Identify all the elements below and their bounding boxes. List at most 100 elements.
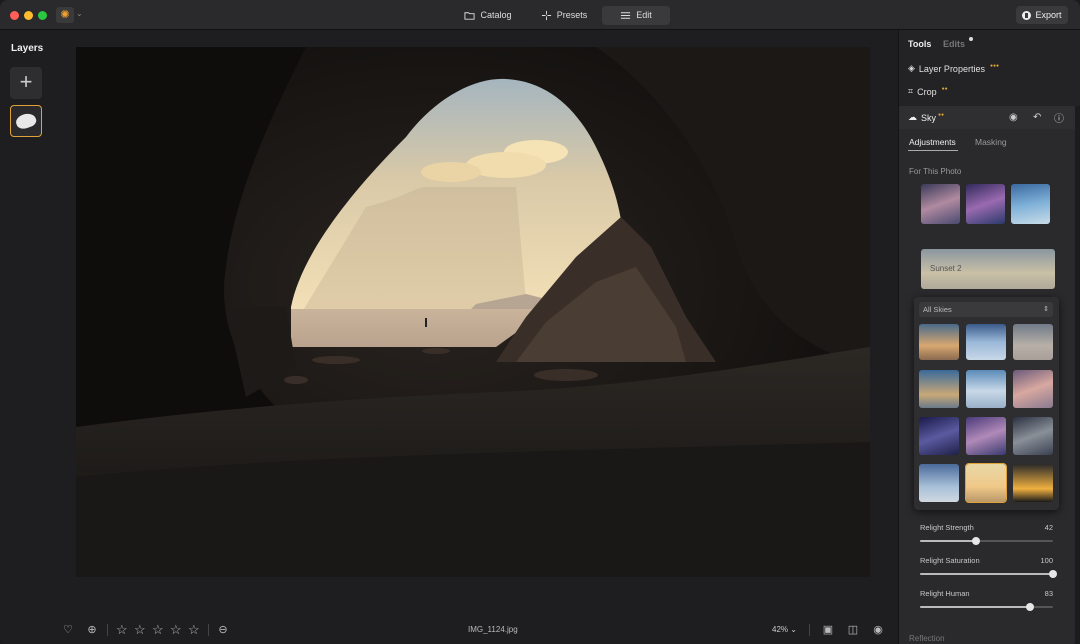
ai-badge: ●●: [941, 85, 948, 92]
sky-swatch[interactable]: [1013, 417, 1053, 455]
eye-icon[interactable]: ◉: [872, 624, 884, 636]
sky-tool-panel: Adjustments Masking For This Photo Sunse…: [899, 129, 1075, 644]
sky-swatch[interactable]: [966, 417, 1006, 455]
star-icon-1[interactable]: ☆: [116, 623, 128, 636]
info-icon[interactable]: ⓘ: [1054, 110, 1064, 125]
slider-knob[interactable]: [1049, 570, 1057, 578]
export-button[interactable]: Export: [1016, 6, 1068, 24]
layer-properties-label: Layer Properties: [918, 63, 985, 74]
star-icon-2[interactable]: ☆: [134, 623, 146, 636]
tab-presets-label: Presets: [556, 10, 588, 20]
sky-swatch[interactable]: [919, 324, 959, 360]
tab-tools[interactable]: Tools: [908, 39, 931, 49]
active-subtab-underline: [908, 150, 958, 151]
sky-swatch[interactable]: [966, 370, 1006, 408]
slider-fill: [920, 540, 976, 542]
for-this-photo-label: For This Photo: [909, 167, 962, 176]
slider-knob[interactable]: [971, 537, 980, 545]
sparkle-icon: [541, 10, 551, 21]
ai-badge: ●●: [938, 111, 945, 118]
subtab-masking[interactable]: Masking: [975, 137, 1007, 147]
app-window: ✺ ⌄ Catalog Presets Edit Export Layers +: [0, 0, 1080, 644]
compare-icon[interactable]: ▣: [822, 624, 834, 636]
reflection-section[interactable]: Reflection: [909, 634, 945, 643]
zoom-level[interactable]: 42% ⌄: [772, 625, 797, 634]
bottom-toolbar: ♡ ⊕ ☆ ☆ ☆ ☆ ☆ ⊖ IMG_1124.jpg 42% ⌄ ▣ ◫ ◉: [52, 617, 898, 644]
photo-image: [76, 47, 870, 577]
sky-swatch[interactable]: [966, 324, 1006, 360]
slider-fill: [920, 606, 1031, 608]
chevron-down-icon[interactable]: ⌄: [76, 9, 83, 18]
sky-swatch[interactable]: [1013, 324, 1053, 360]
sky-swatch[interactable]: [921, 184, 960, 224]
sky-title: Sky: [921, 112, 937, 123]
add-layer-button[interactable]: +: [10, 67, 42, 99]
layers-title: Layers: [11, 43, 44, 54]
split-view-icon[interactable]: ◫: [847, 624, 859, 636]
sky-picker-dropdown: All Skies ⇕: [914, 297, 1059, 510]
chevron-updown-icon: ⇕: [1043, 306, 1049, 313]
sun-icon[interactable]: ✺: [56, 7, 74, 23]
selected-sky-preview[interactable]: Sunset 2: [921, 249, 1055, 289]
layer-properties-row[interactable]: ◈ Layer Properties ●●●: [908, 63, 999, 74]
subtab-adjustments[interactable]: Adjustments: [909, 137, 956, 147]
relight-human-slider[interactable]: [920, 603, 1053, 611]
divider: [208, 624, 209, 636]
zoom-window-button[interactable]: [38, 11, 47, 20]
zoom-value: 42%: [772, 625, 789, 634]
tab-edits[interactable]: Edits: [943, 39, 965, 49]
tab-edit-label: Edit: [636, 10, 652, 20]
sky-category-value: All Skies: [923, 305, 952, 314]
star-icon-5[interactable]: ☆: [188, 623, 200, 636]
close-window-button[interactable]: [10, 11, 19, 20]
selected-sky-name: Sunset 2: [930, 264, 962, 273]
relight-strength-value: 42: [1044, 523, 1053, 532]
sky-swatch[interactable]: [1013, 464, 1053, 502]
relight-human-label: Relight Human: [920, 589, 970, 598]
reject-icon[interactable]: ⊖: [217, 624, 229, 636]
sky-swatch[interactable]: [919, 370, 959, 408]
export-label: Export: [1035, 10, 1062, 20]
crop-row[interactable]: ⌗ Crop ●●: [908, 86, 948, 97]
crop-label: Crop: [917, 86, 937, 97]
relight-strength-label: Relight Strength: [920, 523, 974, 532]
slider-fill: [920, 573, 1053, 575]
undo-icon[interactable]: ↶: [1033, 112, 1041, 123]
tab-catalog-label: Catalog: [480, 10, 512, 20]
sky-swatch[interactable]: [919, 417, 959, 455]
tab-presets[interactable]: Presets: [530, 6, 598, 25]
crop-icon: ⌗: [908, 86, 914, 96]
layers-icon: ◈: [908, 63, 915, 73]
star-icon-4[interactable]: ☆: [170, 623, 182, 636]
title-bar: ✺ ⌄ Catalog Presets Edit Export: [0, 0, 1080, 30]
minimize-window-button[interactable]: [24, 11, 33, 20]
sky-swatch[interactable]: [919, 464, 959, 502]
photo-canvas[interactable]: [76, 47, 870, 577]
star-icon-3[interactable]: ☆: [152, 623, 164, 636]
sky-swatch[interactable]: [1013, 370, 1053, 408]
folder-icon: [464, 12, 476, 20]
layers-panel: Layers +: [0, 30, 52, 644]
divider: [809, 624, 810, 636]
sky-tool-header[interactable]: ☁ Sky ●● ◉ ↶ ⓘ: [899, 106, 1075, 129]
sliders-icon: [621, 12, 631, 19]
pro-badge: ●●●: [989, 62, 1000, 69]
eye-icon[interactable]: ◉: [1009, 112, 1018, 123]
add-circle-icon[interactable]: ⊕: [86, 624, 98, 636]
panel-scrollbar[interactable]: [1075, 106, 1080, 644]
relight-saturation-value: 100: [1040, 556, 1053, 565]
sky-category-select[interactable]: All Skies ⇕: [919, 302, 1053, 317]
slider-knob[interactable]: [1026, 603, 1035, 611]
tab-catalog[interactable]: Catalog: [452, 6, 524, 25]
relight-saturation-slider[interactable]: [920, 570, 1057, 578]
heart-icon[interactable]: ♡: [62, 624, 74, 636]
export-icon: [1022, 10, 1032, 20]
tab-edit[interactable]: Edit: [602, 6, 670, 25]
sky-swatch[interactable]: [1011, 184, 1050, 224]
tools-panel: Tools Edits ◈ Layer Properties ●●● ⌗ Cro…: [898, 30, 1080, 644]
sky-swatch[interactable]: [966, 184, 1005, 224]
sky-swatch-selected[interactable]: [965, 463, 1007, 503]
relight-strength-slider[interactable]: [920, 537, 1053, 545]
layer-thumbnail-sky[interactable]: [10, 105, 42, 137]
edits-indicator: [969, 37, 973, 41]
